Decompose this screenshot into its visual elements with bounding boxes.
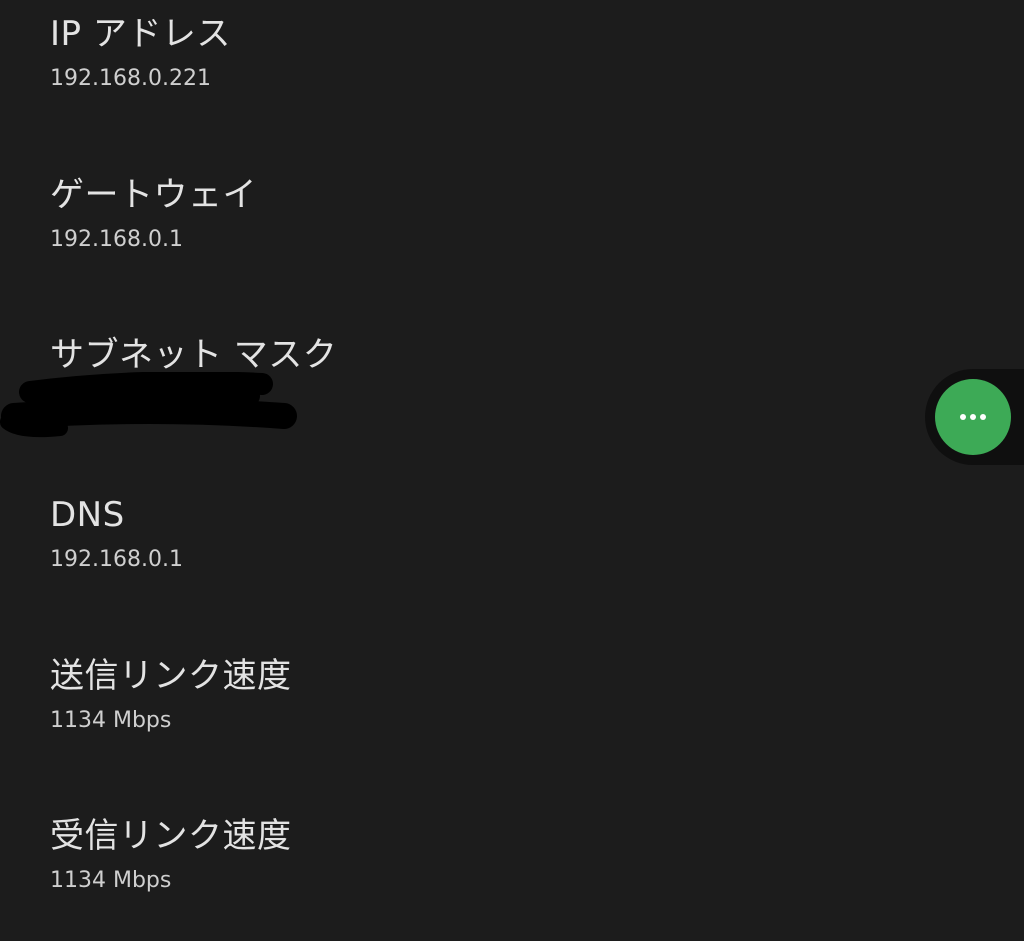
more-options-button[interactable] [935, 379, 1011, 455]
gateway-label: ゲートウェイ [50, 175, 257, 215]
dns-value: 192.168.0.1 [50, 547, 183, 572]
dns-label: DNS [50, 495, 125, 535]
dns-item[interactable]: DNS 192.168.0.1 [50, 491, 650, 601]
receive-link-speed-value: 1134 Mbps [50, 868, 172, 893]
transmit-link-speed-item[interactable]: 送信リンク速度 1134 Mbps [50, 652, 650, 762]
more-horizontal-icon [960, 414, 986, 420]
transmit-link-speed-value: 1134 Mbps [50, 708, 172, 733]
redaction-scribble [0, 372, 297, 438]
receive-link-speed-item[interactable]: 受信リンク速度 1134 Mbps [50, 812, 650, 922]
gateway-value: 192.168.0.1 [50, 227, 183, 252]
gateway-item[interactable]: ゲートウェイ 192.168.0.1 [50, 171, 650, 281]
ip-address-label: IP アドレス [50, 14, 231, 54]
ip-address-value: 192.168.0.221 [50, 66, 211, 91]
transmit-link-speed-label: 送信リンク速度 [50, 656, 292, 696]
network-details-list: IP アドレス 192.168.0.221 ゲートウェイ 192.168.0.1… [0, 0, 1024, 941]
receive-link-speed-label: 受信リンク速度 [50, 816, 292, 856]
ip-address-item[interactable]: IP アドレス 192.168.0.221 [50, 10, 650, 120]
